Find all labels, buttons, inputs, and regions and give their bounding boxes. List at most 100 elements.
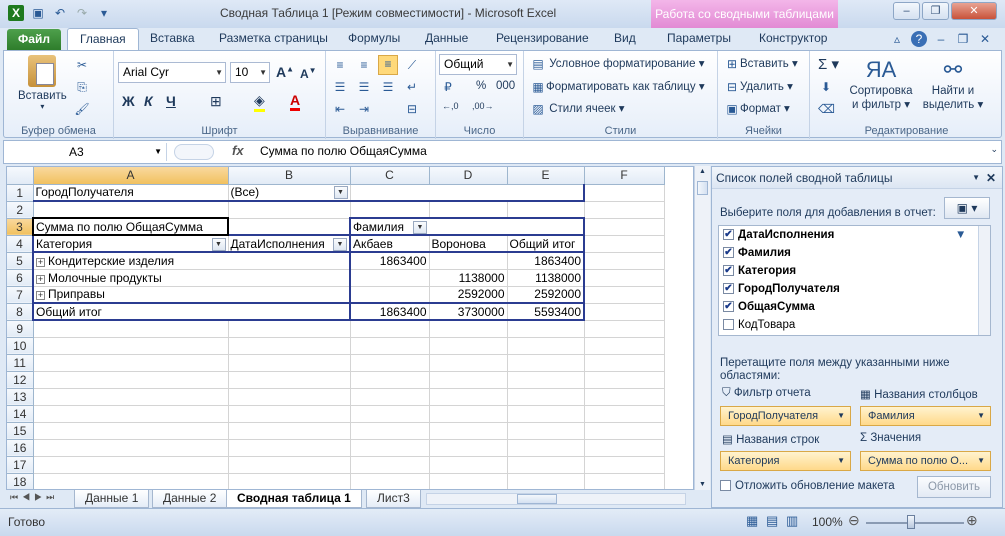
cell[interactable] xyxy=(429,337,508,355)
cell[interactable] xyxy=(33,422,229,440)
autosum-icon[interactable]: Σ ▾ xyxy=(818,55,839,73)
row-header[interactable]: 3 xyxy=(7,218,34,236)
cell[interactable] xyxy=(350,371,430,389)
cell[interactable] xyxy=(584,337,665,355)
paste-button[interactable]: Вставить ▾ xyxy=(18,55,67,111)
cell-a2[interactable] xyxy=(33,201,229,219)
cell[interactable] xyxy=(228,371,351,389)
tab-review[interactable]: Рецензирование xyxy=(496,31,589,45)
layout-options-button[interactable]: ▣ ▾ xyxy=(944,197,990,219)
sheet-tab-pivot-1[interactable]: Сводная таблица 1 xyxy=(226,490,362,508)
align-middle-icon[interactable]: ≡ xyxy=(356,57,372,73)
cell[interactable] xyxy=(584,422,665,440)
cell[interactable] xyxy=(228,439,351,457)
cell-d1[interactable] xyxy=(429,184,507,202)
cell[interactable] xyxy=(507,371,585,389)
font-name-combo[interactable]: Arial Cyr ▼ xyxy=(118,62,226,83)
insert-cells-button[interactable]: ⊞ Вставить ▾ xyxy=(724,56,798,72)
cell-b4[interactable]: ▼ ДатаИсполнения xyxy=(228,235,351,253)
cell-e6[interactable]: 1138000 xyxy=(507,269,585,287)
cell[interactable] xyxy=(507,388,585,406)
currency-icon[interactable]: ₽ xyxy=(440,79,456,95)
cell[interactable] xyxy=(33,473,229,489)
wrap-text-icon[interactable]: ↵ xyxy=(404,79,420,95)
row-header[interactable]: 4 xyxy=(7,235,34,253)
cell-b5[interactable] xyxy=(228,252,351,270)
defer-update-option[interactable]: Отложить обновление макета xyxy=(720,480,895,492)
delete-cells-button[interactable]: ⊟ Удалить ▾ xyxy=(724,79,793,95)
cell[interactable] xyxy=(228,337,351,355)
cell[interactable] xyxy=(507,405,585,423)
cell-e8[interactable]: 5593400 xyxy=(507,303,585,321)
cell-c4[interactable]: Акбаев xyxy=(350,235,430,253)
filter-dropdown-icon[interactable]: ▼ xyxy=(333,186,348,199)
cell-f7[interactable] xyxy=(584,286,665,304)
cell[interactable] xyxy=(429,439,508,457)
cell-b8[interactable] xyxy=(228,303,351,321)
scroll-thumb[interactable] xyxy=(697,181,708,195)
row-header[interactable]: 11 xyxy=(7,354,34,372)
row-header[interactable]: 8 xyxy=(7,303,34,321)
cell[interactable] xyxy=(429,405,508,423)
fill-icon[interactable]: ⬇ xyxy=(818,79,834,95)
tab-options[interactable]: Параметры xyxy=(667,31,731,45)
row-header[interactable]: 10 xyxy=(7,337,34,355)
insert-function-icon[interactable]: fx xyxy=(232,143,244,158)
vertical-scrollbar[interactable]: ▲ ▼ xyxy=(694,166,710,490)
cell[interactable] xyxy=(507,354,585,372)
field-item[interactable]: ✔ Категория xyxy=(723,265,796,277)
clear-icon[interactable]: ⌫ xyxy=(818,101,835,117)
row-header[interactable]: 2 xyxy=(7,201,34,219)
row-header[interactable]: 7 xyxy=(7,286,34,304)
font-color-icon[interactable]: A xyxy=(290,92,301,111)
italic-icon[interactable]: К xyxy=(144,93,153,109)
sort-filter-button[interactable]: ЯА Сортировка и фильтр ▾ xyxy=(848,55,914,111)
conditional-format-button[interactable]: ▤ Условное форматирование ▾ xyxy=(530,56,704,72)
cell[interactable] xyxy=(228,422,351,440)
cell[interactable] xyxy=(350,337,430,355)
cell[interactable] xyxy=(429,422,508,440)
cell-f4[interactable] xyxy=(584,235,665,253)
cell[interactable] xyxy=(350,354,430,372)
expand-icon[interactable]: + xyxy=(36,257,45,267)
date-filter-icon[interactable]: ▼ xyxy=(333,237,347,250)
cut-icon[interactable]: ✂ xyxy=(74,57,90,73)
redo-icon[interactable]: ↷ xyxy=(74,5,90,21)
cell-a6[interactable]: + Молочные продукты xyxy=(32,269,228,287)
cell[interactable] xyxy=(228,405,351,423)
restore-button[interactable]: ❐ xyxy=(922,2,949,20)
align-center-icon[interactable]: ☰ xyxy=(356,79,372,95)
cell[interactable] xyxy=(33,456,229,474)
checkbox-checked[interactable]: ✔ xyxy=(723,229,734,241)
pane-close-icon[interactable]: ✕ xyxy=(986,167,996,189)
cell-e1[interactable] xyxy=(507,184,585,202)
help-icon[interactable]: ? xyxy=(911,31,927,47)
row-header[interactable]: 1 xyxy=(7,184,34,202)
zoom-in-icon[interactable]: ⊕ xyxy=(966,512,978,529)
zoom-slider[interactable] xyxy=(866,522,964,524)
doc-restore-icon[interactable]: ❐ xyxy=(955,31,971,47)
tab-formulas[interactable]: Формулы xyxy=(348,31,400,45)
column-header-f[interactable]: F xyxy=(584,167,665,185)
align-left-icon[interactable]: ☰ xyxy=(332,79,348,95)
cell-d4[interactable]: Воронова xyxy=(429,235,508,253)
tab-home[interactable]: Главная xyxy=(67,28,139,51)
cell[interactable] xyxy=(584,388,665,406)
row-header[interactable]: 9 xyxy=(7,320,34,338)
cell[interactable] xyxy=(507,422,585,440)
row-header[interactable]: 6 xyxy=(7,269,34,287)
checkbox-checked[interactable]: ✔ xyxy=(723,301,734,313)
page-break-view-icon[interactable]: ▥ xyxy=(786,513,798,529)
tab-page-layout[interactable]: Разметка страницы xyxy=(219,31,328,45)
row-header[interactable]: 15 xyxy=(7,422,34,440)
cell[interactable] xyxy=(228,388,351,406)
update-button[interactable]: Обновить xyxy=(917,476,991,498)
row-header[interactable]: 18 xyxy=(7,473,34,489)
values-area-field[interactable]: Сумма по полю О... ▼ xyxy=(860,451,991,471)
column-area-field[interactable]: Фамилия ▼ xyxy=(860,406,991,426)
sheet-tab-data-1[interactable]: Данные 1 xyxy=(74,490,150,508)
column-header-b[interactable]: B xyxy=(228,167,351,185)
checkbox-checked[interactable]: ✔ xyxy=(723,283,734,295)
expand-icon[interactable]: + xyxy=(36,274,45,284)
cell-a1[interactable]: ГородПолучателя xyxy=(33,184,229,202)
